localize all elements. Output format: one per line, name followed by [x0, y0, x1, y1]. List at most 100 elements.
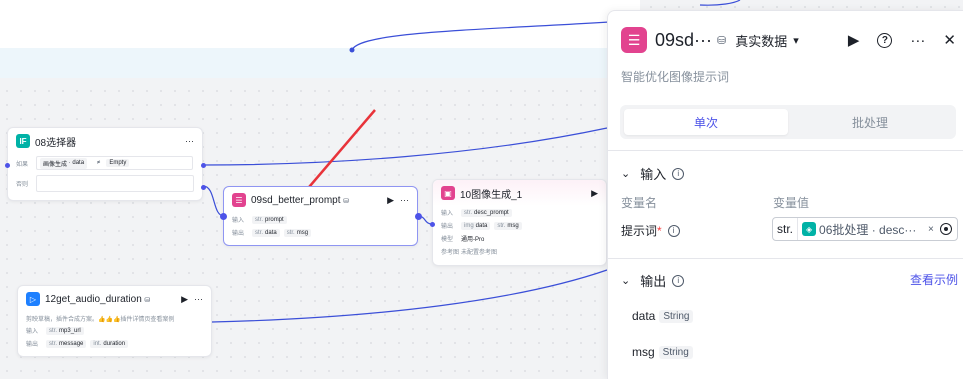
ref-chip[interactable]: ◈ 06批处理 · desc···	[802, 221, 926, 238]
help-icon[interactable]: ?	[877, 32, 893, 48]
run-icon[interactable]: ▶	[387, 195, 394, 206]
if-icon: IF	[16, 134, 30, 148]
prompt-node[interactable]: ☰ 09sd_better_prompt ⛁ ▶ ··· 输入 str. prom…	[220, 186, 422, 246]
output-tag: str. msg	[283, 228, 312, 237]
else-box[interactable]	[36, 174, 194, 192]
info-icon[interactable]: i	[667, 224, 680, 237]
image-output-row: 输出 img data str. msg	[433, 219, 606, 232]
view-example-link[interactable]: 查看示例	[910, 271, 958, 288]
close-icon[interactable]: ✕	[943, 31, 956, 49]
chevron-down-icon: ⌄	[621, 168, 631, 180]
output-type: String	[658, 345, 693, 359]
data-source-label: 真实数据	[735, 33, 788, 49]
else-label: 否则	[16, 181, 29, 188]
if-label: 如果	[16, 161, 29, 168]
selector-node-header: IF 08选择器 ···	[8, 128, 202, 154]
output-port-else[interactable]	[201, 185, 206, 190]
condition-box[interactable]: 画像生成 · data ≠ Empty	[36, 156, 193, 170]
tab-batch[interactable]: 批处理	[788, 109, 952, 135]
image-ref-row: 参考图 未配置参考图	[433, 245, 606, 258]
image-node-header: ▣ 10图像生成_1 ▶	[433, 180, 606, 206]
ref-value: 未配置参考图	[461, 250, 498, 256]
output-name: data	[632, 309, 656, 323]
more-icon[interactable]: ···	[194, 294, 203, 304]
image-icon: ▣	[441, 186, 455, 200]
tab-single[interactable]: 单次	[624, 109, 788, 135]
output-tag: str. msg	[494, 221, 522, 230]
condition-operator: ≠	[97, 160, 101, 166]
database-icon: ⛁	[144, 296, 151, 304]
prompt-output-row: 输出 str. data str. msg	[224, 226, 417, 239]
prompt-node-title: 09sd_better_prompt ⛁	[251, 194, 350, 206]
chevron-down-icon: ⌄	[621, 275, 631, 287]
input-section-header[interactable]: ⌄ 输入 i	[621, 164, 685, 183]
image-node-title: 10图像生成_1	[460, 189, 523, 201]
output-item: msg String	[632, 345, 693, 359]
clear-icon[interactable]: ×	[928, 224, 934, 235]
output-section-header[interactable]: ⌄ 输出 i	[621, 271, 685, 290]
prompt-field-label: 提示词 * i	[621, 222, 680, 239]
input-port[interactable]	[220, 213, 227, 220]
image-input-row: 输入 str. desc_prompt	[433, 206, 606, 219]
input-tag: str. prompt	[252, 215, 287, 224]
output-tag: int. duration	[90, 339, 129, 348]
target-icon[interactable]	[939, 223, 952, 235]
col-name-label: 变量名	[621, 196, 658, 210]
caret-down-icon: ▾	[793, 34, 799, 47]
prompt-ref-field[interactable]: str. ◈ 06批处理 · desc··· ×	[772, 217, 958, 241]
layers-icon: ◈	[802, 222, 817, 236]
node-test-panel: ☰ 09sd··· ⛁ 真实数据 ▾ ▶ ? ··· ✕ 智能优化图像提示词 单…	[607, 10, 963, 379]
output-section-title: 输出	[640, 274, 667, 289]
output-type: String	[659, 309, 694, 323]
condition-value: Empty	[106, 159, 130, 167]
play-icon[interactable]: ▶	[848, 31, 860, 49]
panel-title: 09sd···	[655, 29, 713, 50]
ref-node: 画像生成	[43, 161, 68, 168]
upstream-node-footer	[0, 48, 640, 78]
input-section-title: 输入	[640, 167, 667, 182]
wire-selector-to-right	[202, 127, 608, 166]
upstream-node-area[interactable]	[0, 0, 640, 78]
more-icon[interactable]: ···	[400, 195, 409, 205]
output-name: msg	[632, 345, 655, 359]
output-label: 输出	[232, 231, 245, 237]
input-tag: str. mp3_url	[46, 326, 84, 335]
output-tag: str. data	[252, 228, 280, 237]
run-icon[interactable]: ▶	[591, 188, 598, 199]
input-tag: str. desc_prompt	[461, 208, 512, 217]
output-port-if[interactable]	[201, 163, 206, 168]
info-icon[interactable]: i	[672, 274, 685, 287]
input-port[interactable]	[5, 163, 10, 168]
input-label: 输入	[26, 329, 39, 335]
audio-input-row: 输入 str. mp3_url	[18, 324, 211, 337]
ref-chip-label: 06批处理 · desc···	[819, 222, 917, 237]
audio-output-row: 输出 str. message int. duration	[18, 337, 211, 350]
output-tag: str. message	[46, 339, 87, 348]
mode-tabs: 单次 批处理	[620, 105, 956, 139]
audio-desc-text: 剪映草稿，插件合成方案。👍👍👍插件详情页查看案例	[26, 316, 175, 323]
more-icon[interactable]: ···	[185, 136, 194, 146]
output-label: 输出	[26, 342, 39, 348]
input-port[interactable]	[430, 222, 435, 227]
list-icon: ☰	[232, 193, 246, 207]
audio-node[interactable]: ▷ 12get_audio_duration ⛁ ▶ ··· 剪映草稿，插件合成…	[17, 285, 212, 357]
prompt-input-row: 输入 str. prompt	[224, 213, 417, 226]
model-label: 模型	[441, 237, 454, 243]
selector-node[interactable]: IF 08选择器 ··· 如果 画像生成 · data ≠ Empty 否则	[5, 127, 206, 201]
ref-label: 参考图	[441, 250, 460, 256]
image-model-row: 模型 通用-Pro	[433, 232, 606, 245]
wire-audio-to-right	[211, 269, 608, 323]
info-icon[interactable]: i	[672, 167, 685, 180]
audio-node-title: 12get_audio_duration ⛁	[45, 293, 151, 305]
data-source-select[interactable]: ⛁ 真实数据 ▾	[717, 31, 799, 50]
output-port[interactable]	[415, 213, 422, 220]
condition-ref: 画像生成 · data	[40, 157, 88, 169]
output-tag: img data	[461, 221, 491, 230]
selector-if-row: 如果 画像生成 · data ≠ Empty	[8, 154, 202, 172]
ref-var: data	[72, 160, 85, 166]
audio-node-header: ▷ 12get_audio_duration ⛁ ▶ ···	[18, 286, 211, 312]
run-icon[interactable]: ▶	[181, 294, 188, 305]
image-node[interactable]: ▣ 10图像生成_1 ▶ 输入 str. desc_prompt 输出 img da…	[430, 179, 607, 266]
more-icon[interactable]: ···	[910, 32, 925, 49]
plugin-icon: ▷	[26, 292, 40, 306]
